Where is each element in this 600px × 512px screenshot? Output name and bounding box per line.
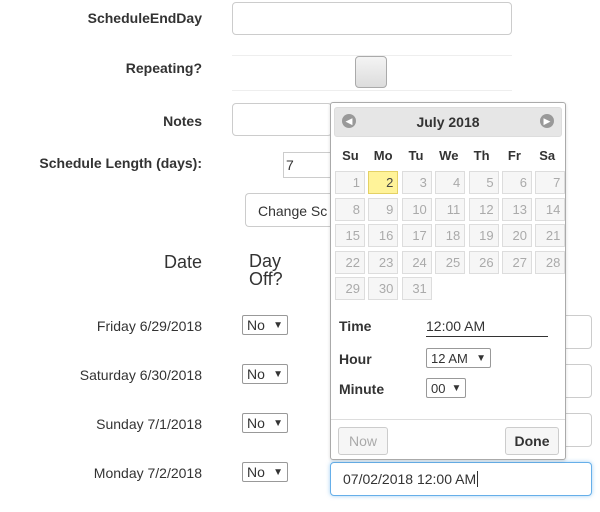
day-off-select-4-value: No [247, 464, 265, 480]
row-datetime-input-4-value: 07/02/2018 12:00 AM [343, 471, 477, 487]
row-date-4: Monday 7/2/2018 [93, 465, 202, 481]
schedule-length-input[interactable]: 7 [283, 152, 331, 178]
change-schedule-button[interactable]: Change Sc [245, 193, 331, 227]
day-off-header-line1: Day [249, 251, 282, 271]
next-month-icon[interactable]: ▶ [540, 114, 554, 128]
done-button[interactable]: Done [505, 427, 559, 455]
row-date-3: Sunday 7/1/2018 [96, 416, 202, 432]
now-button[interactable]: Now [338, 427, 388, 455]
calendar-day[interactable]: 3 [401, 171, 432, 194]
repeating-checkbox[interactable] [355, 56, 387, 88]
repeating-row [232, 55, 512, 91]
time-label: Time [339, 318, 372, 334]
caret-down-icon: ▼ [273, 319, 283, 331]
calendar-day[interactable]: 4 [435, 171, 466, 194]
schedule-end-day-input[interactable] [232, 2, 512, 35]
calendar-day[interactable]: 28 [535, 250, 566, 274]
schedule-end-day-label: ScheduleEndDay [87, 10, 202, 26]
datetime-picker: ◀ July 2018 ▶ Su Mo Tu We Th Fr Sa 1 2 3 4 5 6 7 8 9 10… [330, 102, 566, 460]
minute-select-value: 00 [431, 380, 446, 396]
calendar-day[interactable]: 19 [468, 224, 499, 247]
weekday-mo: Mo [373, 148, 393, 163]
calendar-day[interactable]: 29 [335, 277, 365, 300]
minute-label: Minute [339, 381, 385, 397]
calendar-day[interactable]: 18 [435, 224, 466, 247]
row-datetime-input-4[interactable]: 07/02/2018 12:00 AM [330, 462, 592, 496]
calendar-day[interactable]: 24 [401, 250, 432, 274]
calendar-day[interactable]: 8 [335, 197, 365, 221]
calendar-day[interactable]: 13 [502, 197, 532, 221]
day-off-select-1-value: No [247, 317, 265, 333]
weekday-sa: Sa [539, 148, 556, 163]
repeating-label: Repeating? [125, 60, 202, 76]
weekday-we: We [439, 148, 459, 163]
datepicker-header: ◀ July 2018 ▶ [334, 107, 562, 137]
time-value: 12:00 AM [426, 318, 548, 337]
caret-down-icon: ▼ [476, 352, 486, 364]
calendar-day[interactable]: 16 [368, 224, 399, 247]
calendar-day[interactable]: 11 [435, 197, 466, 221]
row-date-2: Saturday 6/30/2018 [79, 367, 202, 383]
caret-down-icon: ▼ [273, 368, 283, 380]
caret-down-icon: ▼ [273, 466, 283, 478]
caret-down-icon: ▼ [451, 382, 462, 394]
calendar-day[interactable]: 20 [502, 224, 532, 247]
day-off-select-3-value: No [247, 415, 265, 431]
day-off-header-line2: Off? [249, 269, 283, 289]
caret-down-icon: ▼ [273, 417, 283, 429]
calendar-day[interactable]: 31 [401, 277, 432, 300]
calendar-day[interactable]: 22 [335, 250, 365, 274]
weekday-th: Th [473, 148, 490, 163]
calendar-day-highlighted[interactable]: 2 [368, 171, 399, 194]
calendar-day[interactable]: 12 [468, 197, 499, 221]
calendar-day[interactable]: 30 [368, 277, 399, 300]
calendar-day[interactable]: 26 [468, 250, 499, 274]
calendar-day[interactable]: 23 [368, 250, 399, 274]
calendar-day[interactable]: 7 [535, 171, 566, 194]
day-off-select-1[interactable]: No ▼ [242, 315, 288, 335]
notes-label: Notes [163, 113, 202, 129]
minute-select[interactable]: 00 ▼ [426, 378, 466, 398]
weekday-tu: Tu [408, 148, 424, 163]
date-header: Date [164, 252, 203, 272]
calendar-day[interactable]: 9 [368, 197, 399, 221]
calendar-day[interactable]: 15 [335, 224, 365, 247]
calendar-day[interactable]: 14 [535, 197, 566, 221]
schedule-length-label: Schedule Length (days): [39, 155, 202, 171]
weekday-fr: Fr [507, 148, 521, 163]
hour-select-value: 12 AM [431, 350, 468, 366]
calendar-day[interactable]: 17 [401, 224, 432, 247]
day-off-select-4[interactable]: No ▼ [242, 462, 288, 482]
day-off-select-2-value: No [247, 366, 265, 382]
calendar-day[interactable]: 10 [401, 197, 432, 221]
weekday-header: Su Mo Tu We Th Fr Sa [334, 147, 564, 163]
notes-input[interactable] [232, 103, 332, 136]
row-date-1: Friday 6/29/2018 [96, 318, 202, 334]
weekday-su: Su [342, 148, 359, 163]
calendar-day[interactable]: 1 [335, 171, 365, 194]
month-title: July 2018 [416, 114, 480, 130]
day-off-header: Day Off? [249, 252, 283, 288]
calendar-day[interactable]: 21 [535, 224, 566, 247]
text-cursor [477, 471, 479, 487]
day-off-select-3[interactable]: No ▼ [242, 413, 288, 433]
hour-label: Hour [339, 351, 372, 367]
day-off-select-2[interactable]: No ▼ [242, 364, 288, 384]
calendar-day[interactable]: 6 [502, 171, 532, 194]
calendar-day[interactable]: 27 [502, 250, 532, 274]
hour-select[interactable]: 12 AM ▼ [426, 348, 491, 368]
calendar-day[interactable]: 25 [435, 250, 466, 274]
datepicker-divider [331, 419, 565, 420]
calendar-day[interactable]: 5 [468, 171, 499, 194]
